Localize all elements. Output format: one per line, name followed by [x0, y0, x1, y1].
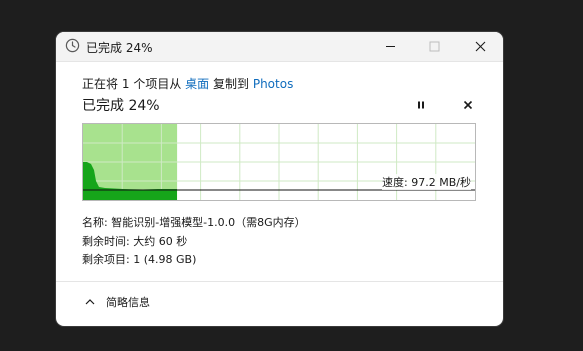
progress-title: 已完成 24% [82, 98, 160, 114]
pause-icon [418, 101, 424, 109]
cancel-button[interactable] [459, 96, 477, 114]
time-remaining-label: 剩余时间: [82, 235, 130, 248]
file-name-label: 名称: [82, 216, 108, 229]
minimize-icon [385, 45, 395, 47]
destination-link[interactable]: Photos [253, 77, 293, 91]
maximize-icon [429, 41, 439, 51]
source-link[interactable]: 桌面 [185, 77, 209, 91]
time-remaining-value: 大约 60 秒 [133, 235, 188, 248]
copy-progress-dialog: 已完成 24% 正在将 1 个项目从 桌面 复制到 Photos 已完成 24% [56, 32, 503, 326]
items-remaining-row: 剩余项目: 1 (4.98 GB) [82, 251, 196, 267]
speed-value: 97.2 MB/秒 [411, 176, 471, 189]
chevron-up-icon [85, 299, 95, 305]
pause-button[interactable] [412, 96, 430, 114]
transfer-item-count: 1 [121, 77, 130, 91]
window-title: 已完成 24% [86, 41, 153, 55]
copy-to-text: 复制到 [213, 77, 250, 91]
transfer-items-word: 个项目从 [133, 77, 182, 91]
transfer-prefix: 正在将 [82, 77, 119, 91]
file-name-row: 名称: 智能识别-增强模型-1.0.0（需8G内存） [82, 214, 306, 230]
title-bar: 已完成 24% [56, 32, 503, 62]
file-name-value: 智能识别-增强模型-1.0.0（需8G内存） [111, 216, 306, 229]
items-remaining-value: 1 (4.98 GB) [133, 253, 197, 266]
fewer-details-toggle[interactable]: 简略信息 [84, 294, 150, 310]
maximize-button[interactable] [423, 36, 445, 56]
speed-graph: 速度: 97.2 MB/秒 [82, 123, 476, 201]
time-remaining-row: 剩余时间: 大约 60 秒 [82, 233, 187, 249]
items-remaining-label: 剩余项目: [82, 253, 130, 266]
clock-icon [65, 38, 80, 53]
fewer-details-label: 简略信息 [106, 296, 150, 309]
transfer-description: 正在将 1 个项目从 桌面 复制到 Photos [82, 75, 293, 92]
footer-divider [56, 281, 503, 282]
close-icon [475, 41, 485, 51]
speed-label: 速度: [382, 176, 408, 189]
close-icon [463, 100, 473, 110]
speed-readout: 速度: 97.2 MB/秒 [382, 174, 471, 190]
minimize-button[interactable] [379, 36, 401, 56]
close-window-button[interactable] [469, 36, 491, 56]
